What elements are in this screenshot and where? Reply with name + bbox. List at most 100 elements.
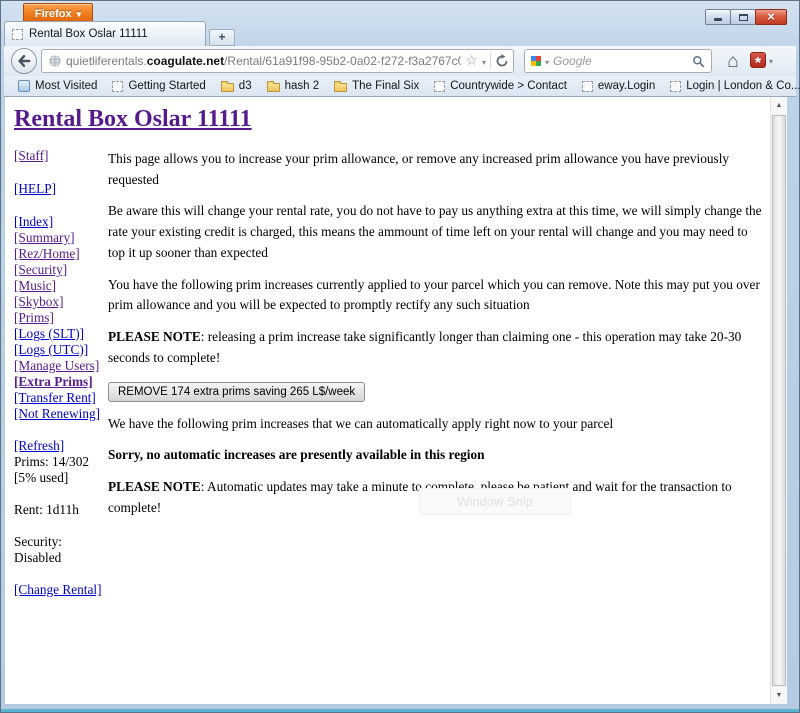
bookmark-label: The Final Six: [352, 80, 419, 92]
close-button[interactable]: [755, 9, 787, 25]
bookmark-label: hash 2: [285, 80, 320, 92]
scrollbar-thumb[interactable]: [772, 115, 786, 686]
window-snip-ghost: Window Snip: [419, 488, 571, 515]
release-note-paragraph: PLEASE NOTE: releasing a prim increase t…: [108, 327, 765, 368]
security-label: Security:: [14, 534, 108, 550]
navigation-toolbar: quietliferentals.coagulate.net/Rental/61…: [4, 46, 796, 76]
bookmark-getting-started[interactable]: Getting Started: [106, 79, 211, 93]
chevron-down-icon: [77, 8, 82, 20]
default-page-icon: [670, 81, 681, 92]
lastpass-dropdown-icon[interactable]: [769, 51, 773, 69]
search-icon[interactable]: [692, 55, 705, 68]
url-bar[interactable]: quietliferentals.coagulate.net/Rental/61…: [41, 49, 514, 73]
bookmark-label: Getting Started: [128, 80, 205, 92]
sidebar-item-logs-slt[interactable]: [Logs (SLT)]: [14, 326, 108, 342]
scroll-down-button[interactable]: [771, 687, 787, 704]
folder-icon: [334, 83, 347, 92]
sidebar-item-help[interactable]: [HELP]: [14, 181, 108, 197]
tab-rental-box[interactable]: Rental Box Oslar 11111: [4, 21, 206, 46]
window-bottom-edge: [1, 709, 799, 712]
folder-icon: [267, 83, 280, 92]
sidebar-item-manage-users[interactable]: [Manage Users]: [14, 358, 108, 374]
window-controls: [706, 9, 787, 25]
page-viewport: Rental Box Oslar 11111 [Staff] [HELP] [I…: [5, 97, 787, 704]
globe-icon: [48, 54, 62, 68]
rate-warning-paragraph: Be aware this will change your rental ra…: [108, 201, 765, 263]
lastpass-button[interactable]: [750, 51, 773, 69]
sidebar-nav: [Staff] [HELP] [Index] [Summary] [Rez/Ho…: [14, 148, 108, 598]
search-input[interactable]: Google: [553, 54, 688, 68]
bookmark-most-visited[interactable]: Most Visited: [12, 79, 103, 93]
home-button[interactable]: [721, 49, 745, 73]
minimize-icon: [714, 18, 722, 21]
intro-paragraph: This page allows you to increase your pr…: [108, 149, 765, 190]
bookmark-label: eway.Login: [598, 80, 655, 92]
release-note-text: : releasing a prim increase take signifi…: [108, 329, 741, 365]
sidebar-item-not-renewing[interactable]: [Not Renewing]: [14, 406, 108, 422]
bookmark-london[interactable]: Login | London & Co...: [664, 79, 800, 93]
url-path: /Rental/61a91f98-95b2-0a02-f272-f3a2767c…: [224, 54, 461, 68]
main-content: This page allows you to increase your pr…: [108, 148, 770, 530]
firefox-menu-label: Firefox: [35, 8, 72, 20]
search-engine-dropdown-icon[interactable]: [545, 52, 549, 70]
bookmark-star-icon[interactable]: [465, 52, 478, 70]
bookmark-folder-final-six[interactable]: The Final Six: [328, 79, 425, 93]
bookmark-countrywide[interactable]: Countrywide > Contact: [428, 79, 573, 93]
sidebar-item-extra-prims[interactable]: [Extra Prims]: [14, 374, 108, 390]
bookmark-folder-hash2[interactable]: hash 2: [261, 79, 326, 93]
sidebar-item-security[interactable]: [Security]: [14, 262, 108, 278]
back-arrow-icon: [16, 53, 32, 69]
please-note-label: PLEASE NOTE: [108, 479, 201, 494]
maximize-icon: [739, 14, 748, 21]
divider: [490, 53, 491, 69]
sidebar-item-music[interactable]: [Music]: [14, 278, 108, 294]
folder-icon: [221, 83, 234, 92]
bookmarks-toolbar: Most Visited Getting Started d3 hash 2 T…: [4, 76, 796, 97]
new-tab-button[interactable]: +: [209, 29, 235, 46]
url-dropdown-icon[interactable]: [482, 52, 486, 70]
please-note-label: PLEASE NOTE: [108, 329, 201, 344]
rent-remaining: Rent: 1d11h: [14, 502, 108, 518]
remove-prims-button[interactable]: REMOVE 174 extra prims saving 265 L$/wee…: [108, 382, 365, 402]
default-page-icon: [112, 81, 123, 92]
sidebar-item-staff[interactable]: [Staff]: [14, 148, 108, 164]
sidebar-item-skybox[interactable]: [Skybox]: [14, 294, 108, 310]
vertical-scrollbar[interactable]: [770, 97, 787, 704]
security-value: Disabled: [14, 550, 108, 566]
current-increases-paragraph: You have the following prim increases cu…: [108, 275, 765, 316]
search-box[interactable]: Google: [524, 49, 712, 73]
reload-icon[interactable]: [495, 54, 509, 68]
bookmark-folder-d3[interactable]: d3: [215, 79, 258, 93]
sidebar-item-summary[interactable]: [Summary]: [14, 230, 108, 246]
most-visited-icon: [18, 80, 30, 92]
url-text: quietliferentals.coagulate.net/Rental/61…: [66, 54, 461, 68]
browser-window: Firefox Rental Box Oslar 11111 + quietli…: [0, 0, 800, 713]
scroll-up-button[interactable]: [771, 97, 787, 114]
bookmark-label: Login | London & Co...: [686, 80, 800, 92]
page-content: Rental Box Oslar 11111 [Staff] [HELP] [I…: [5, 97, 770, 704]
sidebar-item-logs-utc[interactable]: [Logs (UTC)]: [14, 342, 108, 358]
page-title[interactable]: Rental Box Oslar 11111: [14, 106, 252, 133]
prims-used-percent: [5% used]: [14, 470, 108, 486]
lastpass-icon: [750, 52, 766, 68]
bookmark-label: Countrywide > Contact: [450, 80, 567, 92]
sidebar-item-transfer-rent[interactable]: [Transfer Rent]: [14, 390, 108, 406]
refresh-link[interactable]: [Refresh]: [14, 438, 108, 454]
default-page-icon: [434, 81, 445, 92]
default-favicon-icon: [12, 29, 23, 40]
close-icon: [767, 8, 775, 26]
google-icon: [531, 56, 541, 66]
maximize-button[interactable]: [730, 9, 756, 25]
back-button[interactable]: [11, 48, 37, 74]
url-subdomain: quietliferentals.: [66, 54, 147, 68]
bookmark-label: Most Visited: [35, 80, 97, 92]
minimize-button[interactable]: [705, 9, 731, 25]
sidebar-item-rez-home[interactable]: [Rez/Home]: [14, 246, 108, 262]
bookmark-eway-login[interactable]: eway.Login: [576, 79, 661, 93]
sidebar-item-index[interactable]: [Index]: [14, 214, 108, 230]
prims-count: Prims: 14/302: [14, 454, 108, 470]
change-rental-link[interactable]: [Change Rental]: [14, 582, 108, 598]
sidebar-item-prims[interactable]: [Prims]: [14, 310, 108, 326]
tab-title: Rental Box Oslar 11111: [29, 28, 148, 40]
url-domain: coagulate.net: [147, 54, 224, 68]
